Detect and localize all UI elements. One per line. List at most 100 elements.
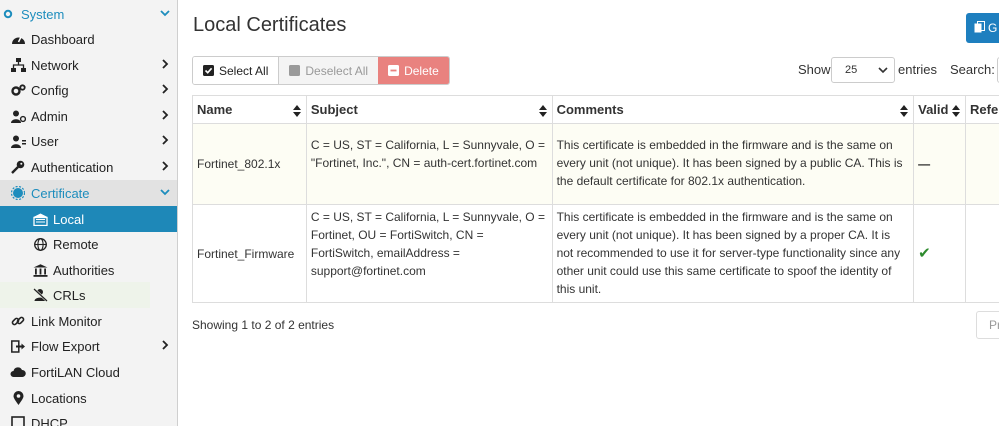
column-header-comments[interactable]: Comments: [552, 96, 915, 124]
user-icon: [10, 133, 26, 149]
sidebar-item-label: Local: [53, 211, 85, 227]
link-icon: [10, 313, 26, 329]
sidebar-item-link-monitor[interactable]: Link Monitor: [0, 308, 177, 334]
chevron-down-icon: [158, 6, 172, 20]
table-header-row: Name Subject Comments Valid Refe: [193, 96, 999, 124]
deselect-all-label: Deselect All: [305, 63, 369, 78]
sidebar-item-label: Network: [31, 57, 79, 73]
chevron-down-icon: [158, 185, 172, 199]
search-label: Search:: [950, 62, 995, 77]
delete-button[interactable]: Delete: [378, 57, 449, 84]
sidebar-item-authentication[interactable]: Authentication: [0, 154, 177, 180]
main-content: Local Certificates G Select All Deselect…: [179, 0, 999, 426]
sidebar-item-authorities[interactable]: Authorities: [0, 257, 177, 283]
sidebar-item-network[interactable]: Network: [0, 52, 177, 78]
sort-icon: [952, 104, 961, 122]
sidebar-item-label: Remote: [53, 236, 99, 252]
column-header-label: Valid: [918, 102, 949, 117]
column-header-label: Subject: [310, 102, 358, 117]
select-all-button[interactable]: Select All: [193, 57, 280, 84]
sort-icon: [900, 104, 909, 122]
select-all-label: Select All: [219, 63, 269, 78]
sidebar-item-locations[interactable]: Locations: [0, 385, 177, 411]
checkbox-unchecked-icon: [289, 65, 301, 76]
entries-label: entries: [898, 62, 938, 77]
sidebar-item-label: FortiLAN Cloud: [31, 364, 120, 380]
sort-icon: [292, 104, 301, 122]
cert-subject-cell: C = US, ST = California, L = Sunnyvale, …: [306, 205, 553, 303]
dashboard-icon: [10, 31, 26, 47]
sidebar-item-label: Flow Export: [31, 338, 100, 354]
sidebar-item-admin[interactable]: Admin: [0, 103, 177, 129]
globe-icon: [32, 236, 48, 252]
minus-square-icon: [388, 65, 400, 76]
gear-icon: [0, 6, 16, 22]
network-icon: [10, 57, 26, 73]
sidebar-item-remote[interactable]: Remote: [0, 231, 177, 257]
building-icon: [32, 211, 48, 227]
sidebar-item-fortilan-cloud[interactable]: FortiLAN Cloud: [0, 359, 177, 385]
sidebar-item-user[interactable]: User: [0, 128, 177, 154]
map-marker-icon: [10, 390, 26, 406]
column-header-valid[interactable]: Valid: [914, 96, 967, 124]
sidebar-item-system[interactable]: System: [0, 1, 177, 27]
sidebar-item-label: Locations: [31, 390, 87, 406]
deselect-all-button[interactable]: Deselect All: [279, 57, 379, 84]
column-header-label: Name: [197, 102, 233, 117]
sidebar-item-dhcp[interactable]: DHCP: [0, 410, 177, 426]
admin-user-icon: [10, 108, 26, 124]
app: System Dashboard Network Config Admin Us…: [0, 0, 999, 426]
chevron-right-icon: [158, 57, 172, 71]
sidebar-item-certificate[interactable]: Certificate: [0, 180, 177, 206]
table-row[interactable]: Fortinet_Firmware C = US, ST = Californi…: [193, 205, 999, 303]
sidebar-item-label: Authorities: [53, 262, 115, 278]
column-header-name[interactable]: Name: [193, 96, 307, 124]
sidebar-item-label: DHCP: [31, 415, 68, 426]
cert-subject-cell: C = US, ST = California, L = Sunnyvale, …: [306, 124, 553, 205]
entries-per-page-select[interactable]: 25: [831, 57, 895, 83]
cert-references-cell: [966, 205, 999, 303]
cert-name-cell: Fortinet_Firmware: [193, 205, 307, 303]
cert-comments-cell: This certificate is embedded in the firm…: [552, 205, 915, 303]
column-header-subject[interactable]: Subject: [306, 96, 553, 124]
column-header-label: Comments: [556, 102, 624, 117]
cert-valid-cell: —: [914, 124, 967, 205]
sidebar-item-local[interactable]: Local: [0, 206, 177, 232]
chevron-right-icon: [158, 133, 172, 147]
cert-name-cell: Fortinet_802.1x: [193, 124, 307, 205]
table-row[interactable]: Fortinet_802.1x C = US, ST = California,…: [193, 124, 999, 205]
previous-page-button[interactable]: Pr: [976, 311, 999, 339]
generate-button-label: G: [988, 21, 998, 35]
gears-icon: [10, 82, 26, 98]
sidebar-item-config[interactable]: Config: [0, 77, 177, 103]
generate-button[interactable]: G: [966, 13, 999, 43]
chevron-right-icon: [158, 159, 172, 173]
valid-check-icon: ✔: [914, 205, 967, 303]
entries-per-page-value: 25: [845, 64, 858, 76]
sidebar-item-label: Authentication: [31, 159, 114, 175]
delete-label: Delete: [404, 63, 439, 78]
certificates-table: Name Subject Comments Valid Refe Fortine…: [192, 95, 999, 303]
sidebar-item-label: Dashboard: [31, 31, 95, 47]
chevron-right-icon: [158, 338, 172, 352]
dhcp-icon: [10, 415, 26, 426]
key-icon: [10, 159, 26, 175]
column-header-references[interactable]: Refe: [966, 96, 999, 124]
sidebar-item-crls[interactable]: CRLs: [0, 282, 177, 308]
institution-icon: [32, 262, 48, 278]
chevron-right-icon: [158, 108, 172, 122]
sidebar-item-label: User: [31, 133, 59, 149]
chevron-right-icon: [158, 82, 172, 96]
sidebar-item-label: Config: [31, 82, 69, 98]
cert-references-cell: [966, 124, 999, 205]
sidebar-item-label: CRLs: [53, 287, 86, 303]
sidebar-item-flow-export[interactable]: Flow Export: [0, 333, 177, 359]
sidebar-item-label: Link Monitor: [31, 313, 102, 329]
copy-icon: [974, 20, 985, 36]
cloud-icon: [10, 364, 26, 380]
selection-toolbar: Select All Deselect All Delete: [192, 56, 450, 85]
user-slash-icon: [32, 287, 48, 303]
column-header-label: Refe: [970, 102, 999, 117]
sidebar-item-dashboard[interactable]: Dashboard: [0, 26, 177, 52]
certificate-badge-icon: [10, 185, 26, 201]
